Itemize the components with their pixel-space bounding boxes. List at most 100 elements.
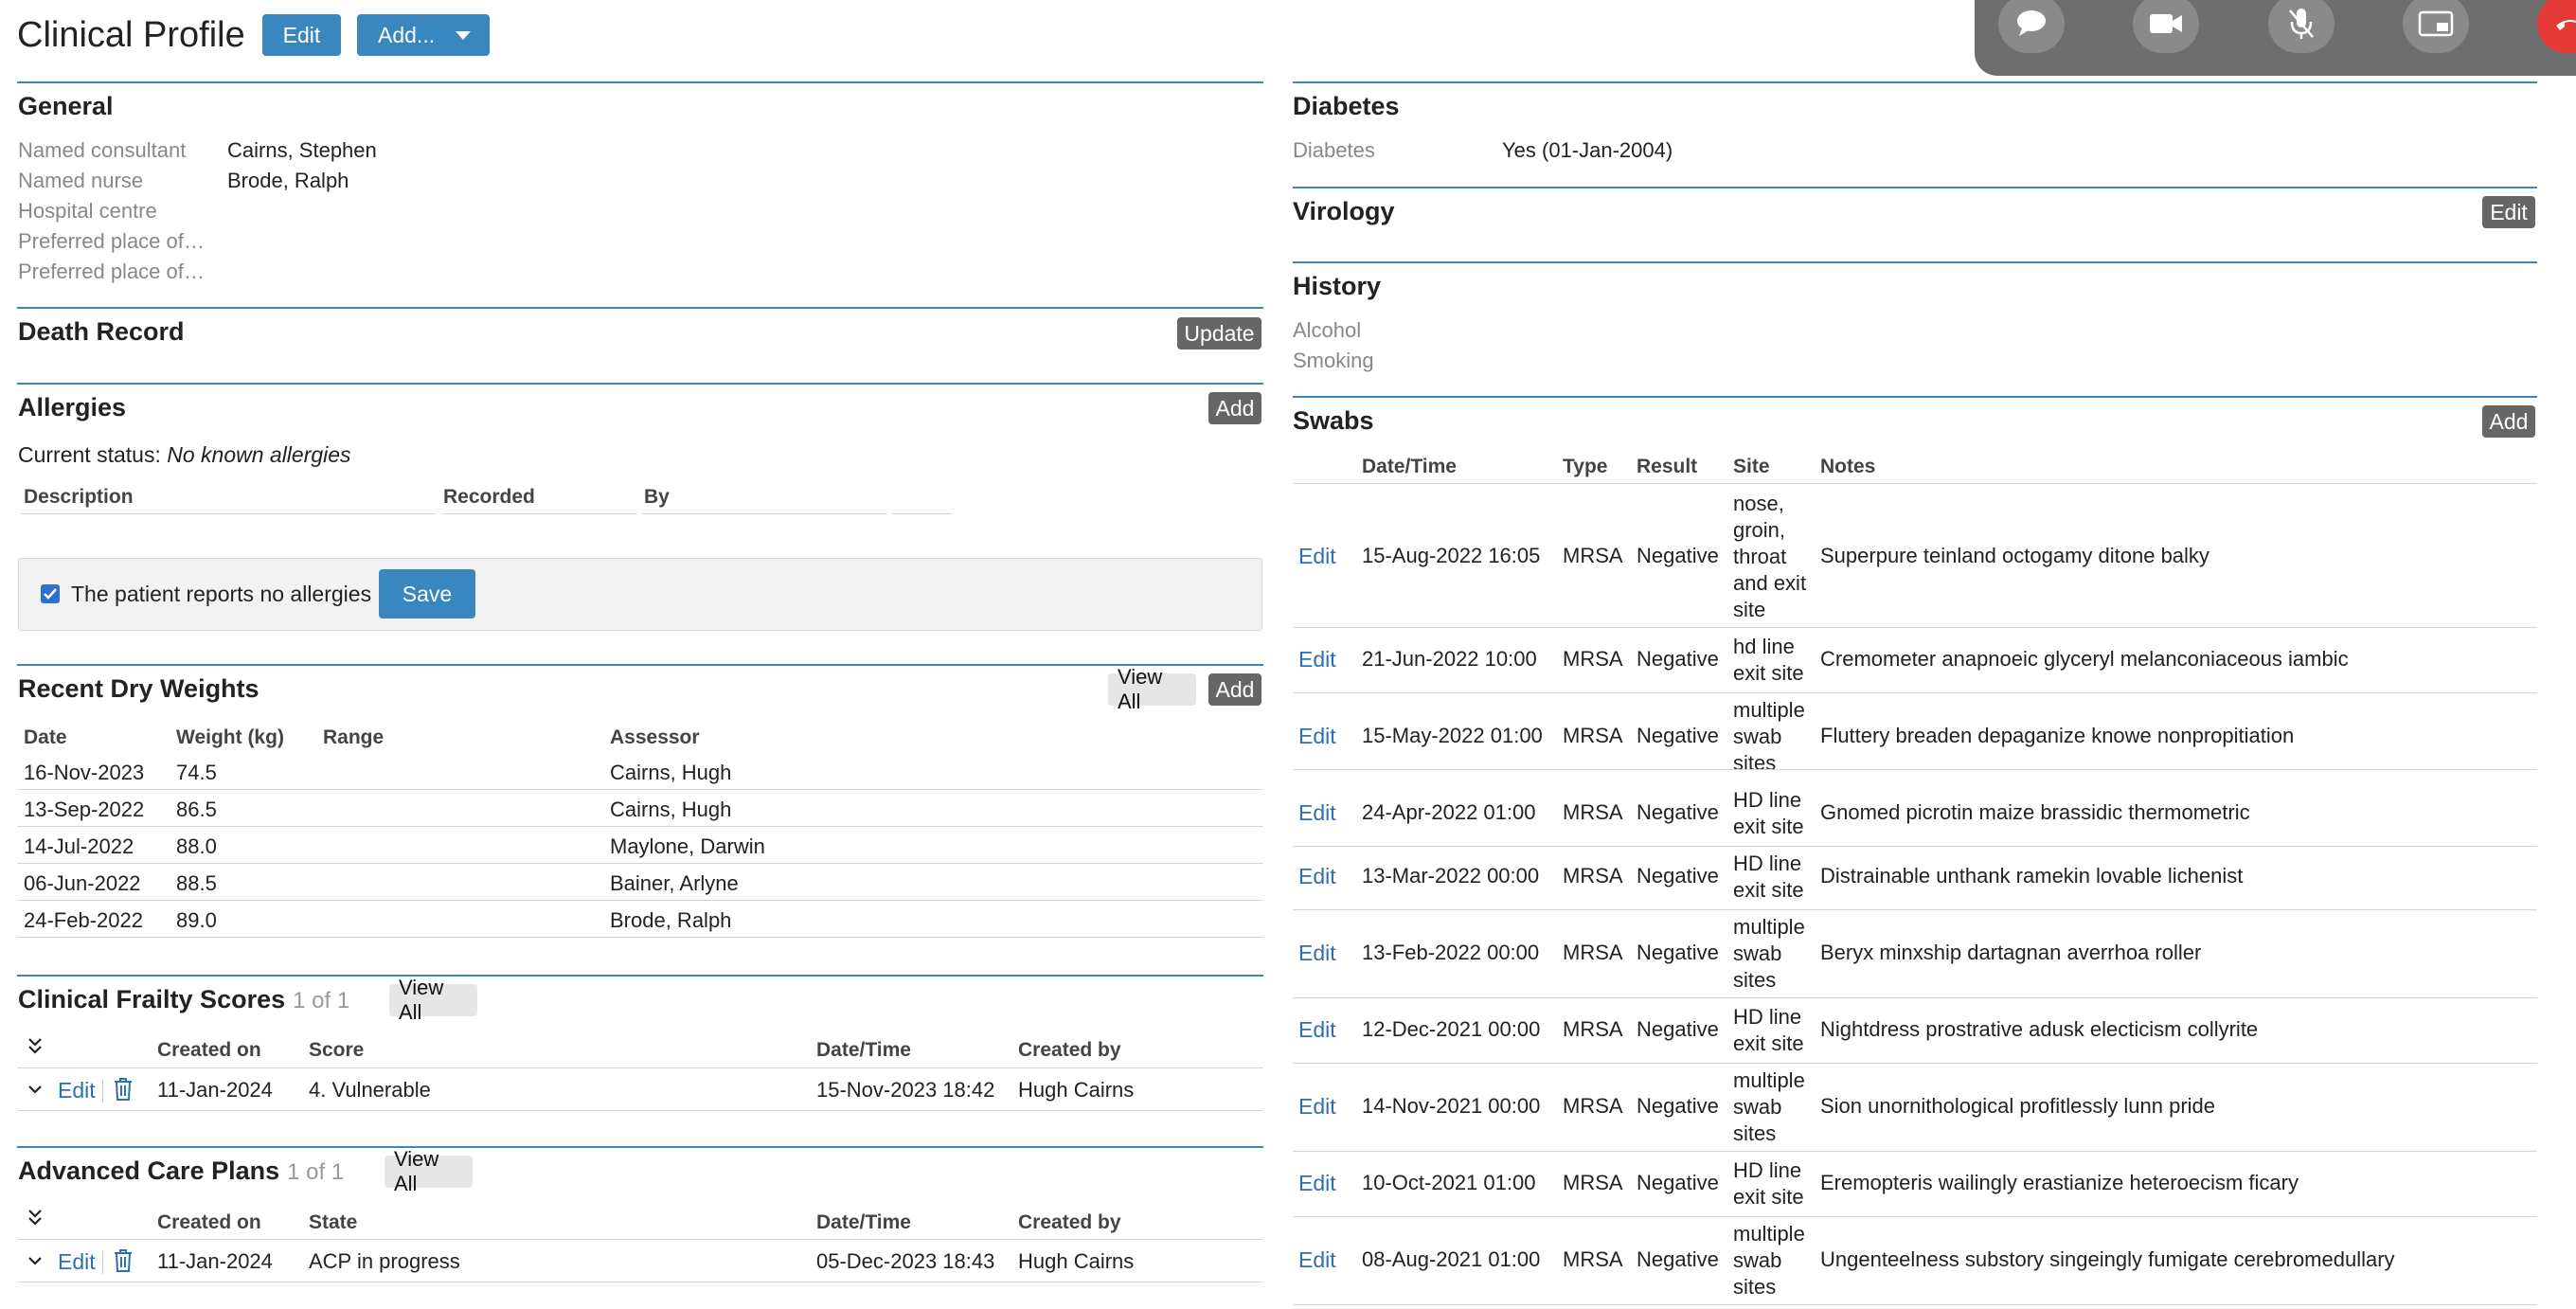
swab-result: Negative bbox=[1637, 1171, 1719, 1194]
row-divider bbox=[1293, 483, 2537, 484]
row-divider bbox=[17, 863, 1263, 864]
expand-all-icon[interactable] bbox=[27, 1208, 44, 1232]
swab-result: Negative bbox=[1637, 647, 1719, 671]
swab-site: nose, groin, throat and exit site bbox=[1733, 492, 1807, 621]
view-all-acp-button[interactable]: View All bbox=[385, 1147, 473, 1195]
field-label: Hospital centre bbox=[18, 199, 157, 223]
trash-icon[interactable] bbox=[113, 1077, 134, 1107]
acp-count: 1 of 1 bbox=[287, 1159, 345, 1185]
swab-site: HD line exit site bbox=[1733, 1005, 1804, 1055]
swab-notes: Ungenteelness substory singeingly fumiga… bbox=[1820, 1247, 2395, 1271]
edit-virology-button[interactable]: Edit bbox=[2482, 196, 2535, 228]
row-divider bbox=[17, 937, 1263, 938]
divider bbox=[892, 513, 952, 514]
field-label: Named consultant bbox=[18, 138, 187, 162]
no-allergies-checkbox[interactable] bbox=[41, 584, 60, 603]
dry-weight-value: 89.0 bbox=[176, 908, 217, 932]
video-camera-icon[interactable] bbox=[2133, 0, 2199, 53]
dry-weight-date: 06-Jun-2022 bbox=[24, 871, 141, 895]
allergies-section-title: Allergies bbox=[18, 393, 127, 421]
edit-swab-link[interactable]: Edit bbox=[1298, 800, 1336, 826]
frailty-score: 4. Vulnerable bbox=[309, 1078, 431, 1102]
edit-swab-link[interactable]: Edit bbox=[1298, 724, 1336, 749]
section-rule bbox=[17, 307, 1263, 309]
section-rule bbox=[17, 975, 1263, 977]
field-label: Preferred place of… bbox=[18, 260, 205, 283]
swab-datetime: 15-Aug-2022 16:05 bbox=[1362, 544, 1541, 567]
edit-swab-link[interactable]: Edit bbox=[1298, 864, 1336, 889]
section-rule bbox=[17, 81, 1263, 83]
edit-swab-link[interactable]: Edit bbox=[1298, 1017, 1336, 1043]
update-death-record-button[interactable]: Update bbox=[1177, 317, 1261, 350]
column-header: Date/Time bbox=[816, 1211, 911, 1233]
edit-swab-link[interactable]: Edit bbox=[1298, 1247, 1336, 1273]
add-allergy-button[interactable]: Add bbox=[1208, 392, 1261, 424]
chevron-down-icon[interactable] bbox=[27, 1249, 44, 1274]
swab-type: MRSA bbox=[1563, 1017, 1623, 1041]
swab-result: Negative bbox=[1637, 1094, 1719, 1118]
page-title: Clinical Profile bbox=[17, 15, 245, 55]
edit-swab-link[interactable]: Edit bbox=[1298, 941, 1336, 966]
column-header: Site bbox=[1733, 456, 1770, 477]
edit-profile-button[interactable]: Edit bbox=[262, 14, 341, 56]
edit-swab-link[interactable]: Edit bbox=[1298, 544, 1336, 569]
row-divider bbox=[1293, 1304, 2537, 1305]
edit-acp-link[interactable]: Edit bbox=[58, 1249, 96, 1275]
expand-all-icon[interactable] bbox=[27, 1036, 44, 1061]
caret-down-icon bbox=[456, 31, 471, 40]
trash-icon[interactable] bbox=[113, 1248, 134, 1279]
mute-microphone-icon[interactable] bbox=[2268, 0, 2334, 53]
diabetes-value: Yes (01-Jan-2004) bbox=[1502, 138, 1673, 162]
swab-site: HD line exit site bbox=[1733, 788, 1804, 838]
view-all-dry-weights-button[interactable]: View All bbox=[1108, 665, 1196, 713]
swab-notes: Eremopteris wailingly erastianize hetero… bbox=[1820, 1171, 2299, 1194]
edit-swab-link[interactable]: Edit bbox=[1298, 1094, 1336, 1120]
swab-type: MRSA bbox=[1563, 1094, 1623, 1118]
frailty-count: 1 of 1 bbox=[293, 988, 350, 1013]
view-all-frailty-button[interactable]: View All bbox=[389, 976, 477, 1024]
acp-title-text: Advanced Care Plans bbox=[18, 1157, 280, 1185]
column-header: Assessor bbox=[610, 726, 700, 748]
share-screen-icon[interactable] bbox=[2403, 0, 2469, 53]
section-rule bbox=[17, 1146, 1263, 1148]
swab-notes: Fluttery breaden depaganize knowe nonpro… bbox=[1820, 724, 2295, 747]
swab-notes: Superpure teinland octogamy ditone balky bbox=[1820, 544, 2209, 567]
acp-section-title: Advanced Care Plans 1 of 1 bbox=[18, 1157, 344, 1186]
edit-frailty-link[interactable]: Edit bbox=[58, 1078, 96, 1103]
column-header: Description bbox=[24, 486, 134, 508]
virology-section-title: Virology bbox=[1293, 197, 1395, 225]
divider bbox=[21, 513, 436, 514]
edit-swab-link[interactable]: Edit bbox=[1298, 647, 1336, 672]
dry-weight-value: 74.5 bbox=[176, 761, 217, 784]
frailty-created-on: 11-Jan-2024 bbox=[157, 1078, 273, 1102]
dry-weight-date: 24-Feb-2022 bbox=[24, 908, 143, 932]
divider bbox=[441, 513, 636, 514]
section-rule bbox=[1293, 396, 2537, 398]
chat-icon[interactable] bbox=[1998, 0, 2065, 53]
end-call-icon[interactable] bbox=[2537, 0, 2576, 53]
edit-swab-link[interactable]: Edit bbox=[1298, 1171, 1336, 1196]
swab-result: Negative bbox=[1637, 941, 1719, 964]
column-header: Type bbox=[1563, 456, 1608, 477]
call-controls-bar bbox=[1975, 0, 2576, 76]
column-header: Recorded bbox=[443, 486, 535, 508]
history-smoking-label: Smoking bbox=[1293, 349, 1374, 372]
row-divider bbox=[1293, 769, 2537, 770]
swab-type: MRSA bbox=[1563, 724, 1623, 747]
swab-type: MRSA bbox=[1563, 941, 1623, 964]
add-menu-button[interactable]: Add... bbox=[357, 14, 490, 56]
history-section-title: History bbox=[1293, 272, 1382, 300]
save-button[interactable]: Save bbox=[379, 569, 475, 619]
swab-datetime: 14-Nov-2021 00:00 bbox=[1362, 1094, 1541, 1118]
dry-weight-value: 86.5 bbox=[176, 798, 217, 821]
chevron-down-icon[interactable] bbox=[27, 1078, 44, 1103]
dry-weight-assessor: Bainer, Arlyne bbox=[610, 871, 739, 895]
divider bbox=[642, 513, 886, 514]
row-divider bbox=[1293, 1151, 2537, 1152]
add-swab-button[interactable]: Add bbox=[2482, 405, 2535, 438]
add-dry-weight-button[interactable]: Add bbox=[1208, 673, 1261, 706]
swab-type: MRSA bbox=[1563, 800, 1623, 824]
frailty-datetime: 15-Nov-2023 18:42 bbox=[816, 1078, 995, 1102]
swab-type: MRSA bbox=[1563, 1171, 1623, 1194]
swab-datetime: 24-Apr-2022 01:00 bbox=[1362, 800, 1536, 824]
